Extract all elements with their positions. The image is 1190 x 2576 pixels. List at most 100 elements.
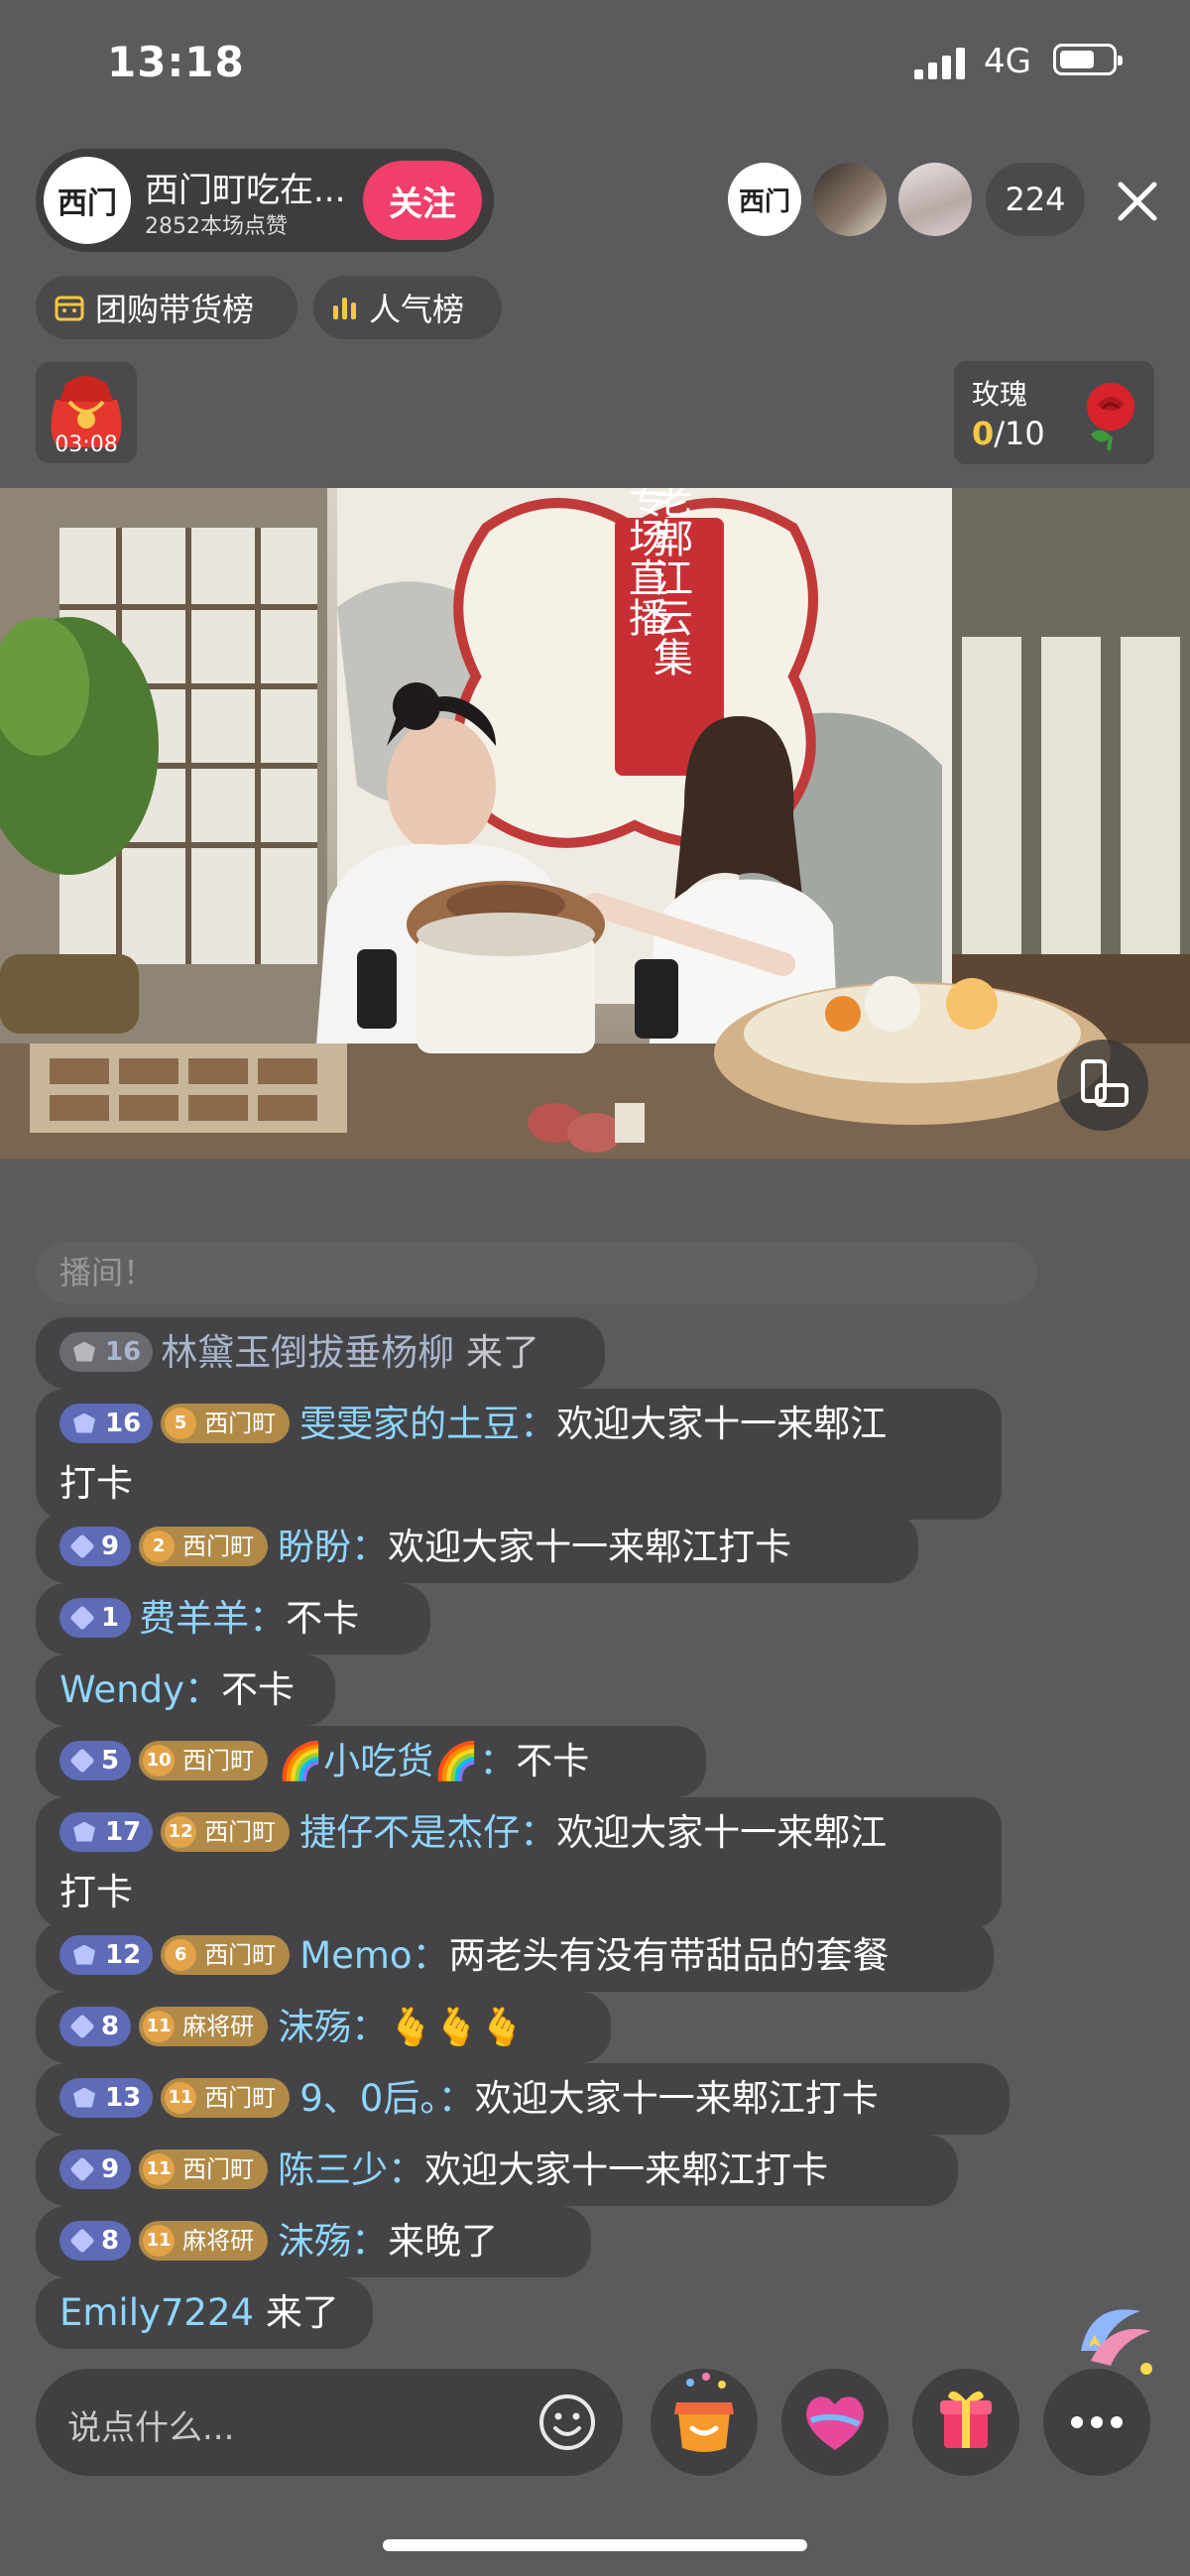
comment-text: 不卡 bbox=[286, 1597, 360, 1640]
status-time: 13:18 bbox=[107, 38, 245, 86]
red-packet[interactable]: 03:08 bbox=[36, 362, 137, 463]
comment-input-placeholder: 说点什么... bbox=[67, 2408, 235, 2448]
rose-icon bbox=[1087, 383, 1134, 451]
comment-item[interactable]: 9 2 西门町 盼盼：欢迎大家十一来郫江打卡 bbox=[36, 1512, 918, 1583]
level-badge: 12 bbox=[60, 1934, 154, 1975]
comment-item[interactable]: 9 11 西门町 陈三少：欢迎大家十一来郫江打卡 bbox=[36, 2135, 958, 2206]
comment-item[interactable]: 8 11 麻将研 沫殇：🫰🫰🫰 bbox=[36, 1992, 611, 2063]
viewer-avatar[interactable] bbox=[813, 163, 887, 236]
comment-input[interactable]: 说点什么... bbox=[36, 2369, 623, 2476]
comment-user[interactable]: 雯雯家的土豆 bbox=[299, 1403, 520, 1445]
comment-text: 欢迎大家十一来郫江打卡 bbox=[474, 2077, 879, 2120]
level-badge: 1 bbox=[60, 1597, 132, 1638]
emoji-icon[interactable] bbox=[537, 2392, 597, 2452]
comment-user[interactable]: Emily7224 bbox=[60, 2291, 254, 2334]
comment-user[interactable]: Wendy bbox=[60, 1668, 184, 1711]
live-video[interactable]: 老郫江云集 专场直播 bbox=[0, 488, 1190, 1159]
fan-badge: 12 西门町 bbox=[161, 1811, 291, 1852]
anchor-name: 西门町吃在... bbox=[145, 171, 346, 210]
level-badge: 17 bbox=[60, 1811, 154, 1852]
level-badge: 13 bbox=[60, 2077, 154, 2118]
viewer-avatar[interactable]: 西门 bbox=[728, 163, 801, 236]
fan-badge: 11 麻将研 bbox=[139, 2006, 269, 2046]
level-badge: 9 bbox=[60, 1526, 132, 1566]
gift-icon bbox=[940, 2391, 992, 2448]
banner-subtitle: 专场直播 bbox=[622, 488, 667, 637]
comment-faded-text: 播间！ bbox=[60, 1254, 156, 1291]
comment-text: 欢迎大家十一来郫江 bbox=[556, 1811, 888, 1854]
follow-button[interactable]: 关注 bbox=[363, 161, 482, 240]
level-badge: 5 bbox=[60, 1740, 132, 1780]
comment-user[interactable]: 9、0后。 bbox=[299, 2077, 438, 2120]
fan-badge: 11 西门町 bbox=[161, 2077, 291, 2118]
comment-user[interactable]: 陈三少 bbox=[278, 2148, 388, 2191]
live-video-scene: 老郫江云集 专场直播 bbox=[0, 488, 1190, 1159]
anchor-avatar[interactable]: 西门 bbox=[44, 157, 131, 244]
like-button[interactable] bbox=[781, 2369, 889, 2476]
comment-text: 不卡 bbox=[516, 1740, 590, 1782]
fan-badge: 10 西门町 bbox=[139, 1740, 269, 1780]
group-buy-ranking[interactable]: 团购带货榜 bbox=[36, 276, 298, 339]
comment-text: 欢迎大家十一来郫江打卡 bbox=[424, 2148, 829, 2191]
level-badge: 16 bbox=[60, 1403, 154, 1443]
comment-text: 欢迎大家十一来郫江 bbox=[556, 1403, 888, 1445]
anchor-likes: 2852本场点赞 bbox=[145, 214, 288, 239]
comment-text: 不卡 bbox=[221, 1668, 296, 1711]
sparkle-decoration-icon bbox=[1081, 2309, 1152, 2375]
comment-item[interactable]: 5 10 西门町 🌈小吃货🌈：不卡 bbox=[36, 1726, 706, 1797]
close-icon[interactable] bbox=[1113, 177, 1162, 226]
network-type: 4G bbox=[984, 42, 1031, 81]
comment-item[interactable]: 8 11 麻将研 沫殇：来晚了 bbox=[36, 2206, 591, 2277]
comment-text-cont: 打卡 bbox=[60, 1871, 133, 1913]
comment-user[interactable]: 🌈小吃货🌈 bbox=[278, 1740, 479, 1782]
home-indicator[interactable] bbox=[383, 2539, 807, 2551]
battery-icon bbox=[1053, 44, 1123, 75]
comment-item[interactable]: 16 5 西门町 雯雯家的土豆：欢迎大家十一来郫江 打卡 bbox=[36, 1389, 1002, 1520]
rose-label: 玫瑰 bbox=[972, 378, 1028, 411]
shop-button[interactable] bbox=[651, 2369, 758, 2476]
comment-item[interactable]: 1 费羊羊：不卡 bbox=[36, 1583, 430, 1655]
viewer-avatar[interactable] bbox=[898, 163, 972, 236]
viewer-avatar-logo: 西门 bbox=[738, 186, 790, 217]
comment-item[interactable]: 17 12 西门町 捷仔不是杰仔：欢迎大家十一来郫江 打卡 bbox=[36, 1797, 1002, 1928]
bar-chart-icon bbox=[333, 298, 356, 319]
comment-user[interactable]: 沫殇 bbox=[278, 2220, 351, 2263]
comment-user[interactable]: 费羊羊 bbox=[139, 1597, 249, 1640]
heart-icon bbox=[806, 2396, 864, 2450]
comment-user[interactable]: Memo bbox=[299, 1934, 412, 1977]
rose-total: /10 bbox=[994, 415, 1045, 452]
fan-badge: 6 西门町 bbox=[161, 1934, 291, 1975]
anchor-card[interactable]: 西门 西门町吃在... 2852本场点赞 关注 bbox=[36, 149, 494, 252]
popularity-ranking[interactable]: 人气榜 bbox=[313, 276, 502, 339]
fan-badge: 5 西门町 bbox=[161, 1403, 291, 1443]
rose-progress: 0/10 bbox=[972, 415, 1045, 452]
more-icon bbox=[1071, 2416, 1123, 2428]
fan-badge: 11 西门町 bbox=[139, 2148, 269, 2189]
viewer-count[interactable]: 224 bbox=[986, 163, 1085, 236]
signal-icon bbox=[914, 48, 968, 79]
level-badge: 9 bbox=[60, 2148, 132, 2189]
comment-text: 欢迎大家十一来郫江打卡 bbox=[388, 1526, 792, 1568]
comment-item[interactable]: 12 6 西门町 Memo：两老头有没有带甜品的套餐 bbox=[36, 1920, 994, 1992]
level-badge: 8 bbox=[60, 2220, 132, 2261]
rose-current: 0 bbox=[972, 415, 995, 452]
comment-item[interactable]: Wendy：不卡 bbox=[36, 1655, 335, 1726]
comment-item[interactable]: 13 11 西门町 9、0后。：欢迎大家十一来郫江打卡 bbox=[36, 2063, 1010, 2135]
comment-text: 来晚了 bbox=[388, 2220, 499, 2263]
rose-gift-task[interactable]: 玫瑰 0/10 bbox=[954, 361, 1154, 464]
comment-user[interactable]: 林黛玉倒拔垂杨柳 bbox=[161, 1331, 454, 1374]
comment-user[interactable]: 沫殇 bbox=[278, 2006, 351, 2048]
comment-user[interactable]: 盼盼 bbox=[278, 1526, 351, 1568]
fan-badge: 2 西门町 bbox=[139, 1526, 269, 1566]
gift-button[interactable] bbox=[912, 2369, 1019, 2476]
group-buy-label: 团购带货榜 bbox=[95, 291, 255, 328]
comment-user[interactable]: 捷仔不是杰仔 bbox=[299, 1811, 520, 1854]
more-button[interactable] bbox=[1043, 2369, 1150, 2476]
comment-item[interactable]: 16 林黛玉倒拔垂杨柳 来了 bbox=[36, 1317, 605, 1389]
comment-item[interactable]: Emily7224 来了 bbox=[36, 2277, 373, 2349]
rotate-screen-button[interactable] bbox=[1057, 1040, 1148, 1131]
comment-action: 来了 bbox=[265, 2291, 339, 2334]
fan-badge: 11 麻将研 bbox=[139, 2220, 269, 2261]
shop-icon bbox=[55, 296, 84, 321]
comment-action: 来了 bbox=[465, 1331, 539, 1374]
